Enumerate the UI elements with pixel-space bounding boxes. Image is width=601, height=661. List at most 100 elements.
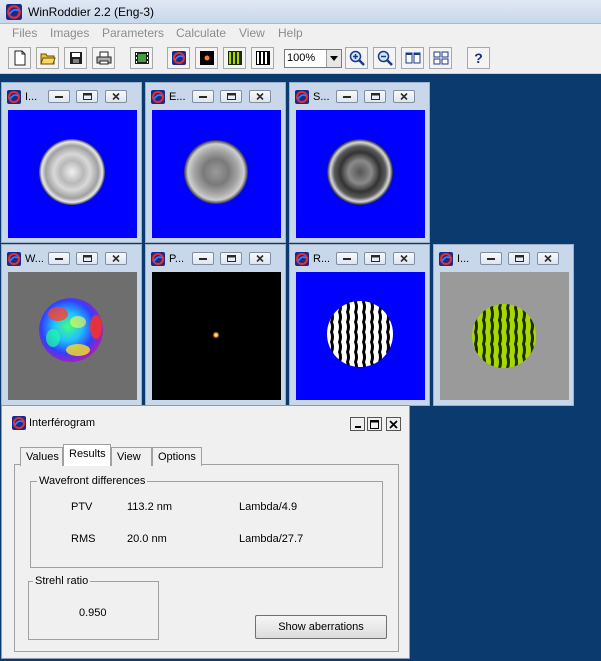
tab-options[interactable]: Options: [152, 447, 202, 466]
close-button[interactable]: [393, 90, 415, 103]
save-button[interactable]: [64, 47, 87, 69]
image-window-title: E...: [169, 91, 186, 103]
image-window-title: P...: [169, 253, 185, 265]
close-icon: [400, 93, 408, 100]
zoom-out-button[interactable]: [373, 47, 396, 69]
minimize-button[interactable]: [192, 252, 214, 265]
green-fringes-icon: [227, 51, 242, 65]
maximize-icon: [226, 93, 236, 100]
minimize-button[interactable]: [336, 252, 358, 265]
print-button[interactable]: [92, 47, 115, 69]
image-window-5[interactable]: P...: [145, 244, 286, 406]
maximize-button[interactable]: [364, 252, 386, 265]
blue-ring-medium-image: [152, 110, 281, 238]
maximize-button[interactable]: [76, 252, 98, 265]
interferogram-title-bar[interactable]: Interférogram: [2, 406, 409, 434]
image-window-title-bar[interactable]: E...: [146, 83, 285, 109]
strehl-ratio-group: Strehl ratio 0.950: [28, 575, 159, 640]
tab-view[interactable]: View: [111, 447, 152, 466]
app-logo-icon: [151, 90, 165, 104]
maximize-button[interactable]: [220, 252, 242, 265]
maximize-button[interactable]: [76, 90, 98, 103]
logo-button[interactable]: [167, 47, 190, 69]
green-fringes-image: [440, 272, 569, 400]
zoom-in-button[interactable]: [345, 47, 368, 69]
psf-point-image: [152, 272, 281, 400]
maximize-button[interactable]: [364, 90, 386, 103]
open-button[interactable]: [36, 47, 59, 69]
image-window-2[interactable]: E...: [145, 82, 286, 243]
zoom-in-icon: [349, 50, 365, 66]
new-button[interactable]: [8, 47, 31, 69]
blue-ring-light-image: [8, 110, 137, 238]
close-button[interactable]: [393, 252, 415, 265]
menu-view[interactable]: View: [239, 26, 265, 40]
image-window-title-bar[interactable]: S...: [290, 83, 429, 109]
image-window-4[interactable]: W...: [1, 244, 142, 406]
interferogram-window[interactable]: Interférogram Wavefront differences PTV …: [1, 405, 410, 659]
image-window-title-bar[interactable]: R...: [290, 245, 429, 271]
minimize-button[interactable]: [48, 252, 70, 265]
point-button[interactable]: [195, 47, 218, 69]
menu-parameters[interactable]: Parameters: [102, 26, 164, 40]
app-logo-icon: [7, 252, 21, 266]
close-button[interactable]: [537, 252, 559, 265]
film-button[interactable]: [130, 47, 153, 69]
ptv-value: 113.2 nm: [127, 501, 173, 513]
image-window-title-bar[interactable]: I...: [434, 245, 573, 271]
maximize-button[interactable]: [508, 252, 530, 265]
close-icon: [389, 419, 398, 429]
tile-grid-icon: [433, 51, 448, 65]
image-window-title-bar[interactable]: I...: [2, 83, 141, 109]
minimize-button[interactable]: [48, 90, 70, 103]
close-button[interactable]: [105, 252, 127, 265]
minimize-button[interactable]: [350, 417, 365, 431]
tile-horizontal-button[interactable]: [401, 47, 424, 69]
wavefront-differences-group: Wavefront differences PTV 113.2 nm Lambd…: [30, 475, 383, 568]
image-window-title: S...: [313, 91, 330, 103]
tile-horizontal-icon: [405, 52, 420, 64]
image-window-7[interactable]: I...: [433, 244, 574, 406]
app-logo-icon: [295, 90, 309, 104]
tab-values[interactable]: Values: [20, 447, 63, 466]
green-fringes-button[interactable]: [223, 47, 246, 69]
strehl-ratio-label: Strehl ratio: [33, 575, 91, 587]
minimize-icon: [55, 257, 63, 260]
close-icon: [256, 255, 264, 262]
tab-results[interactable]: Results: [63, 444, 111, 466]
close-button[interactable]: [249, 252, 271, 265]
minimize-button[interactable]: [336, 90, 358, 103]
minimize-icon: [343, 257, 351, 260]
maximize-button[interactable]: [367, 417, 382, 431]
menu-help[interactable]: Help: [278, 26, 303, 40]
zoom-select[interactable]: 100%: [284, 49, 342, 68]
close-button[interactable]: [105, 90, 127, 103]
bw-fringes-icon: [255, 51, 270, 65]
close-button[interactable]: [386, 417, 401, 431]
chevron-down-icon[interactable]: [326, 50, 341, 67]
help-icon: ?: [474, 50, 483, 66]
strehl-ratio-value: 0.950: [79, 607, 107, 619]
tile-grid-button[interactable]: [429, 47, 452, 69]
menu-calculate[interactable]: Calculate: [176, 26, 226, 40]
minimize-button[interactable]: [480, 252, 502, 265]
image-window-6[interactable]: R...: [289, 244, 430, 406]
help-button[interactable]: ?: [467, 47, 490, 69]
open-icon: [39, 53, 56, 65]
image-window-title-bar[interactable]: P...: [146, 245, 285, 271]
menu-files[interactable]: Files: [12, 26, 37, 40]
image-window-3[interactable]: S...: [289, 82, 430, 243]
bw-fringes-button[interactable]: [251, 47, 274, 69]
minimize-button[interactable]: [192, 90, 214, 103]
menu-images[interactable]: Images: [50, 26, 89, 40]
logo-icon: [171, 51, 186, 65]
show-aberrations-button[interactable]: Show aberrations: [255, 615, 387, 639]
close-button[interactable]: [249, 90, 271, 103]
maximize-button[interactable]: [220, 90, 242, 103]
ptv-lambda: Lambda/4.9: [239, 501, 298, 513]
image-window-1[interactable]: I...: [1, 82, 142, 243]
save-icon: [69, 52, 82, 64]
wavefront-differences-label: Wavefront differences: [37, 475, 148, 487]
image-window-title-bar[interactable]: W...: [2, 245, 141, 271]
maximize-icon: [514, 255, 524, 262]
